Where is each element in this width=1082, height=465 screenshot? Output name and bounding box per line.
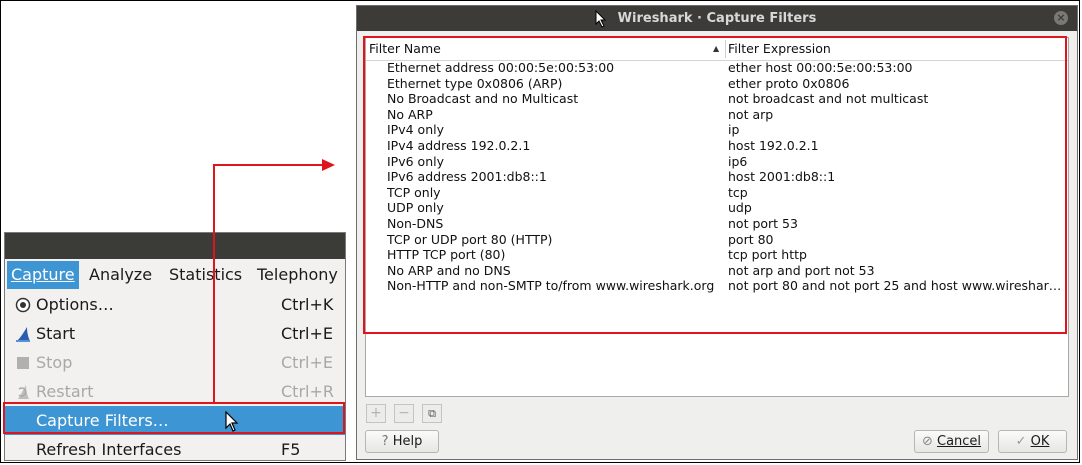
- capture-filters-highlight-box: [3, 402, 345, 434]
- menu-item-shortcut: Ctrl+E: [281, 353, 333, 372]
- dialog-title: Wireshark · Capture Filters: [617, 11, 817, 26]
- menu-item-label: Options…: [36, 295, 114, 314]
- filter-list-highlight-box: [363, 36, 1067, 334]
- help-button[interactable]: ? Help: [365, 430, 439, 453]
- menu-telephony[interactable]: Telephony: [253, 261, 342, 289]
- stop-icon: [15, 355, 31, 371]
- remove-filter-button[interactable]: −: [394, 404, 414, 423]
- window-titlebar: [5, 233, 345, 259]
- annotation-arrow-vertical: [213, 164, 215, 403]
- menu-capture[interactable]: Capture: [7, 261, 79, 289]
- menu-item-refresh-interfaces[interactable]: Refresh Interfaces F5: [5, 435, 345, 460]
- menu-item-shortcut: F5: [281, 440, 301, 459]
- menu-item-shortcut: Ctrl+K: [281, 295, 334, 314]
- menu-item-options[interactable]: Options… Ctrl+K: [5, 290, 345, 319]
- add-filter-button[interactable]: +: [366, 404, 386, 423]
- close-icon[interactable]: ×: [1054, 11, 1068, 25]
- menubar: Capture Analyze Statistics Telephony: [5, 261, 345, 289]
- cancel-button-label: Cancel: [937, 434, 982, 449]
- help-button-label: Help: [392, 434, 423, 449]
- ok-button-label: OK: [1030, 434, 1050, 449]
- menu-item-stop[interactable]: Stop Ctrl+E: [5, 348, 345, 377]
- menu-analyze[interactable]: Analyze: [85, 261, 156, 289]
- help-icon: ?: [381, 434, 389, 449]
- checkmark-icon: ✓: [1015, 434, 1027, 449]
- menu-item-label: Start: [36, 324, 76, 343]
- shark-fin-icon: [15, 326, 31, 342]
- menu-item-shortcut: Ctrl+E: [281, 324, 333, 343]
- menu-item-start[interactable]: Start Ctrl+E: [5, 319, 345, 348]
- cancel-button[interactable]: ⊘ Cancel: [914, 430, 989, 453]
- restart-icon: [15, 384, 31, 400]
- ok-button[interactable]: ✓ OK: [998, 430, 1067, 453]
- gear-icon: [15, 297, 31, 313]
- menu-item-label: Stop: [36, 353, 73, 372]
- copy-filter-button[interactable]: ⧉: [422, 404, 442, 423]
- menu-statistics[interactable]: Statistics: [165, 261, 246, 289]
- arrow-head-icon: [322, 159, 335, 171]
- menu-item-label: Refresh Interfaces: [36, 440, 182, 459]
- cancel-icon: ⊘: [921, 434, 933, 449]
- dialog-titlebar: Wireshark · Capture Filters ×: [357, 6, 1077, 31]
- annotation-arrow-horizontal: [213, 164, 325, 166]
